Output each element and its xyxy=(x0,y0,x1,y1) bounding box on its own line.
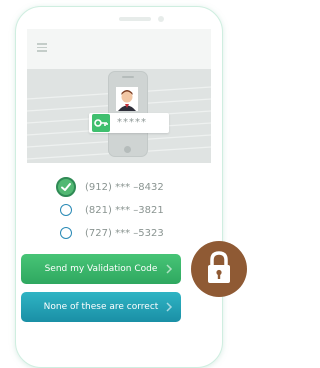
radio-unselected[interactable] xyxy=(60,227,72,239)
phone-number-label: (912) *** –8432 xyxy=(85,181,164,193)
check-icon xyxy=(61,183,71,191)
padlock-badge xyxy=(191,241,247,297)
app-header xyxy=(27,29,211,69)
chevron-right-icon xyxy=(166,264,173,274)
phone-camera xyxy=(158,16,164,22)
phone-option[interactable]: (727) *** –5323 xyxy=(60,223,200,243)
phone-option[interactable]: (821) *** –3821 xyxy=(60,200,200,220)
none-button-label: None of these are correct xyxy=(43,302,159,312)
phone-number-label: (821) *** –3821 xyxy=(85,204,164,216)
avatar xyxy=(116,87,138,111)
password-mask-text: ***** xyxy=(117,117,147,128)
password-field-illustration: ***** xyxy=(89,113,169,133)
phone-number-options: (912) *** –8432 (821) *** –3821 (727) **… xyxy=(56,177,200,246)
hero-illustration: ***** xyxy=(27,69,211,163)
key-icon xyxy=(92,114,110,132)
radio-selected[interactable] xyxy=(56,177,76,197)
none-correct-button[interactable]: None of these are correct xyxy=(21,292,181,322)
phone-speaker xyxy=(119,17,151,21)
hamburger-icon[interactable] xyxy=(37,43,47,52)
chevron-right-icon xyxy=(166,302,173,312)
phone-number-label: (727) *** –5323 xyxy=(85,227,164,239)
send-validation-code-button[interactable]: Send my Validation Code xyxy=(21,254,181,284)
radio-unselected[interactable] xyxy=(60,204,72,216)
send-button-label: Send my Validation Code xyxy=(44,264,158,274)
padlock-icon xyxy=(208,251,230,283)
phone-option[interactable]: (912) *** –8432 xyxy=(56,177,200,197)
